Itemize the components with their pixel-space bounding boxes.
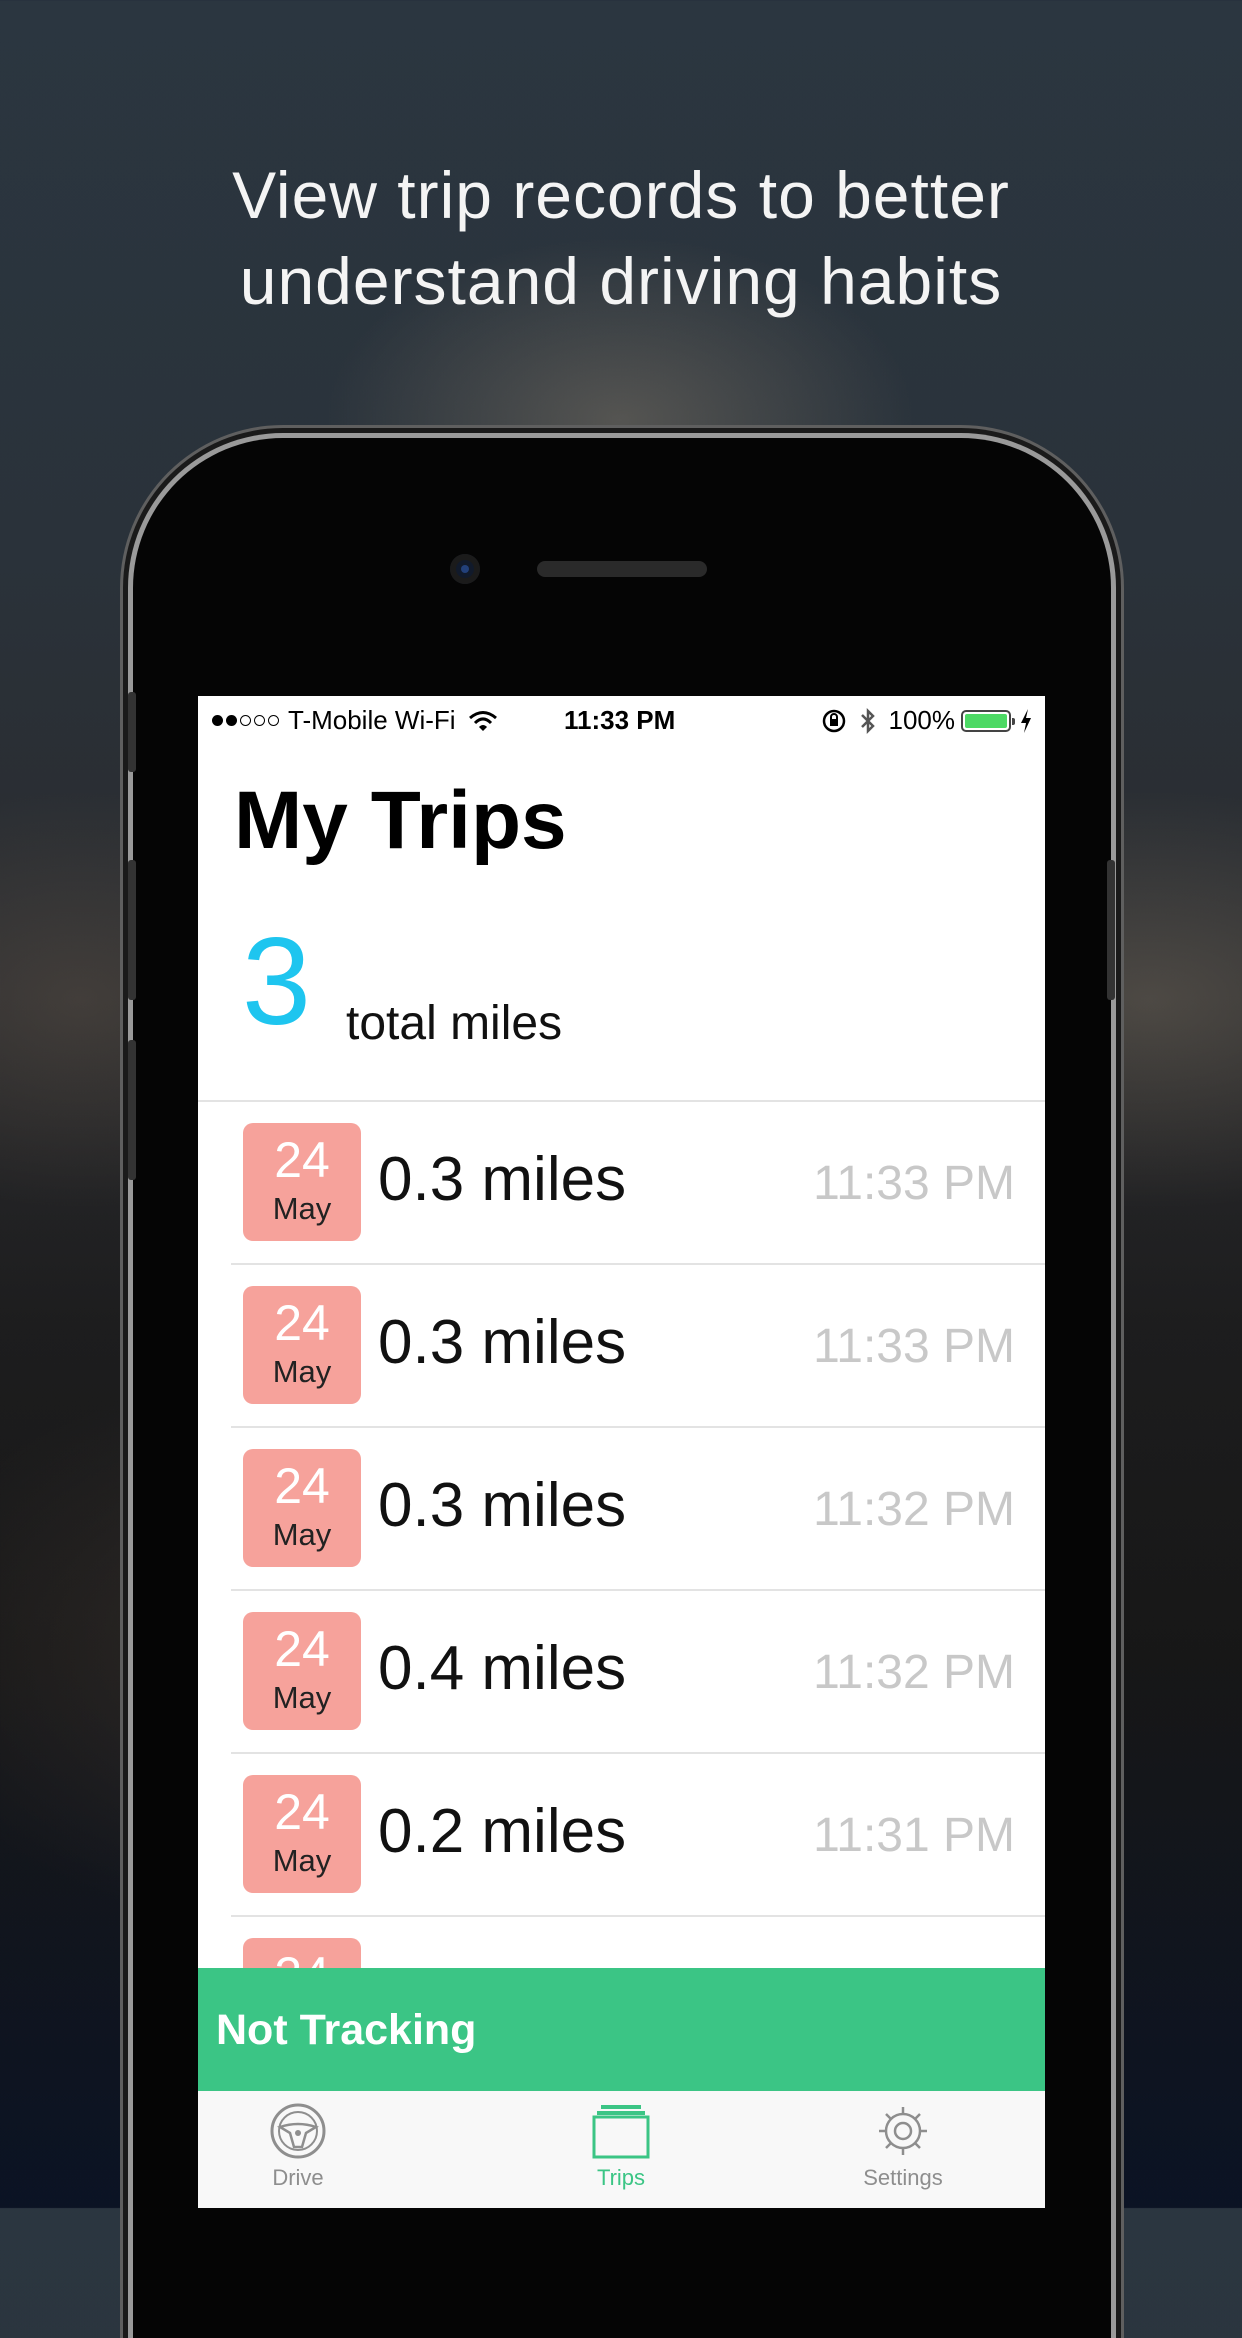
headline-line-2: understand driving habits: [239, 244, 1003, 318]
tracking-status-banner[interactable]: Not Tracking: [198, 1968, 1045, 2091]
date-day: 24: [274, 1458, 330, 1514]
date-month: May: [272, 1191, 332, 1226]
tracking-status-label: Not Tracking: [216, 2006, 477, 2054]
volume-up-button: [128, 860, 136, 1000]
date-day: 24: [274, 1132, 330, 1188]
trips-stack-icon: [592, 2105, 650, 2159]
date-month: May: [272, 1517, 332, 1552]
app-screen: T-Mobile Wi-Fi 11:33 PM 100% My Trips 3 …: [198, 696, 1045, 2208]
date-month: May: [272, 1354, 332, 1389]
date-day: 24: [274, 1295, 330, 1351]
date-day: 24: [274, 1784, 330, 1840]
status-time: 11:33 PM: [564, 705, 676, 735]
date-badge: 24 May: [243, 1286, 361, 1404]
status-right: 100%: [821, 705, 1034, 736]
trip-row[interactable]: 24 May 0.3 miles 11:32 PM: [198, 1428, 1045, 1591]
date-day: 24: [274, 1621, 330, 1677]
trip-distance: 0.3 miles: [378, 1145, 627, 1214]
trip-distance: 0.2 miles: [378, 1797, 627, 1866]
wifi-icon: [468, 710, 497, 731]
tab-trips-label: Trips: [596, 2165, 646, 2190]
total-miles-label: total miles: [346, 997, 563, 1050]
trip-row[interactable]: 24 May 0.3 miles 11:33 PM: [198, 1102, 1045, 1265]
date-month: May: [272, 1680, 332, 1715]
status-left: T-Mobile Wi-Fi: [212, 705, 498, 736]
total-miles-value: 3: [242, 913, 311, 1051]
trip-time: 11:32 PM: [813, 1646, 1015, 1699]
tab-drive-label: Drive: [272, 2165, 324, 2190]
rotation-lock-icon: [822, 709, 845, 732]
date-month: May: [272, 1843, 332, 1878]
date-badge: 24 May: [243, 1612, 361, 1730]
trip-time: 11:33 PM: [813, 1157, 1015, 1210]
gear-icon: [879, 2107, 927, 2155]
date-badge: 24 May: [243, 1449, 361, 1567]
date-badge: 24 May: [243, 1775, 361, 1893]
steering-wheel-icon: [270, 2103, 326, 2159]
power-button: [1107, 860, 1115, 1000]
trip-distance: 0.3 miles: [378, 1308, 627, 1377]
trip-distance: 0.4 miles: [378, 1634, 627, 1703]
trip-time: 11:32 PM: [813, 1483, 1015, 1536]
status-bar: T-Mobile Wi-Fi 11:33 PM 100%: [198, 696, 1045, 742]
headline: View trip records to better understand d…: [0, 152, 1242, 324]
tab-settings-label: Settings: [863, 2165, 943, 2190]
charging-bolt-icon: [1021, 708, 1031, 733]
carrier-label: T-Mobile Wi-Fi: [288, 705, 456, 735]
tab-drive[interactable]: Drive: [198, 2101, 398, 2191]
tab-bar: Drive Trips Settings: [198, 2091, 1045, 2208]
trip-row[interactable]: 24 May 0.2 miles 11:31 PM: [198, 1754, 1045, 1917]
tab-settings[interactable]: Settings: [803, 2101, 1003, 2191]
volume-down-button: [128, 1040, 136, 1180]
trip-distance: 0.3 miles: [378, 1471, 627, 1540]
headline-line-1: View trip records to better: [232, 158, 1010, 232]
mute-switch: [128, 692, 136, 772]
bluetooth-icon: [860, 707, 875, 734]
trip-row[interactable]: 24 May 0.3 miles 11:33 PM: [198, 1265, 1045, 1428]
page-title: My Trips: [234, 775, 567, 866]
trip-row[interactable]: 24 May 0.4 miles 11:32 PM: [198, 1591, 1045, 1754]
battery-percentage: 100%: [888, 705, 956, 735]
tab-trips[interactable]: Trips: [521, 2101, 721, 2191]
earpiece-speaker: [537, 561, 707, 577]
trip-time: 11:31 PM: [813, 1809, 1015, 1862]
trip-time: 11:33 PM: [813, 1320, 1015, 1373]
battery-icon: [961, 709, 1015, 732]
date-badge: 24 May: [243, 1123, 361, 1241]
front-camera: [450, 554, 480, 584]
